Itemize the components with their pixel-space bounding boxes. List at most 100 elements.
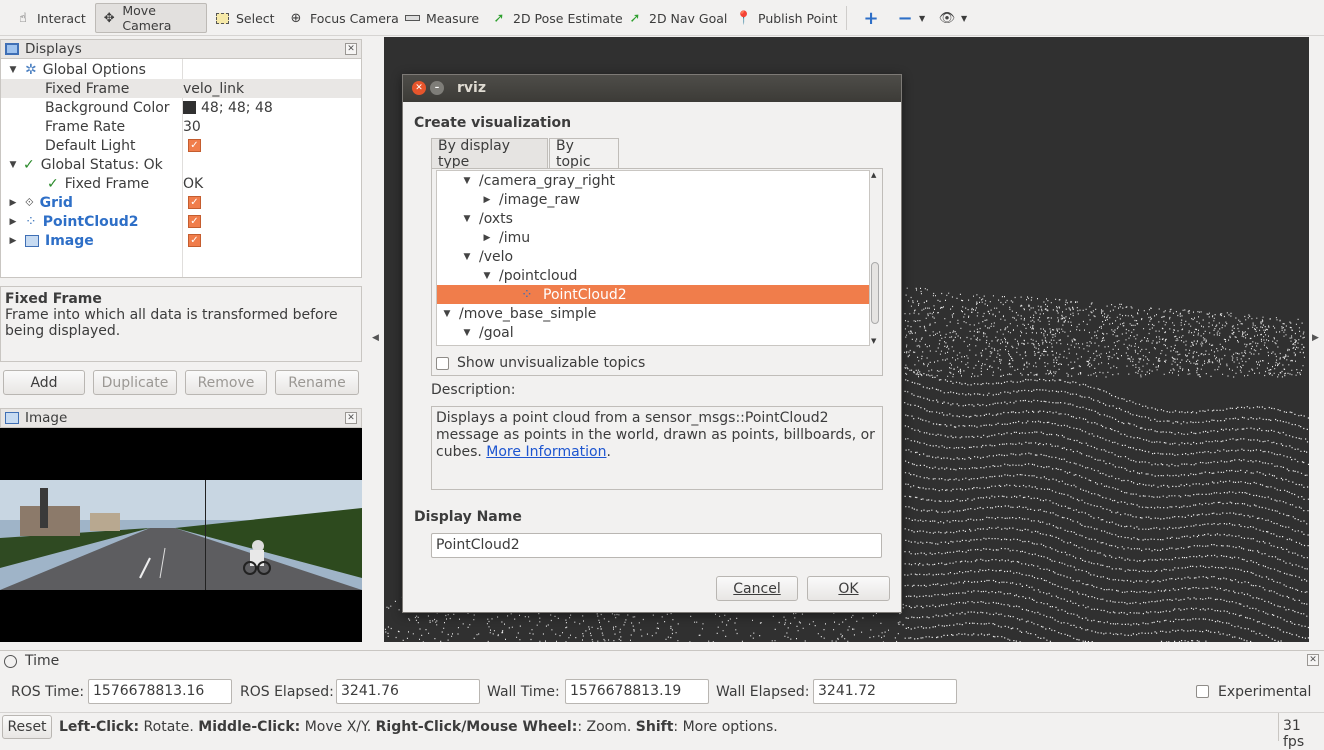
time-panel: Time ✕ ROS Time: 1576678813.16 ROS Elaps… [0,650,1324,712]
topic-item-selected[interactable]: ⁘ PointCloud2 [437,285,869,304]
close-icon[interactable]: ✕ [412,81,426,95]
expand-arrow-icon[interactable]: ▼ [481,271,493,281]
display-name-input[interactable]: PointCloud2 [431,533,882,558]
ros-time-field[interactable]: 1576678813.16 [88,679,232,704]
chevron-down-icon: ▼ [961,13,968,23]
experimental-checkbox[interactable] [1196,685,1209,698]
topic-scrollbar[interactable]: ▲ ▼ [870,170,880,346]
scroll-up-icon[interactable]: ▲ [871,171,876,179]
expand-arrow-icon[interactable]: ▶ [7,236,19,246]
expand-arrow-icon[interactable]: ▼ [7,65,19,75]
background-color-value[interactable]: 48; 48; 48 [201,100,273,116]
left-collapse-strip[interactable]: ◀ [368,37,384,642]
description-label: Description: [431,382,516,398]
tree-label: Frame Rate [45,118,126,135]
topic-label: /camera_gray_right [479,172,615,189]
interact-tool[interactable]: ☝ Interact [8,3,93,33]
move-camera-tool[interactable]: ✥ Move Camera [95,3,207,33]
tree-row-global-status[interactable]: ▼ ✓ Global Status: Ok [1,155,361,174]
scroll-thumb[interactable] [871,262,879,324]
scroll-down-icon[interactable]: ▼ [871,337,876,345]
rename-button[interactable]: Rename [275,370,359,395]
view-options-button[interactable]: 👁 ▼ [932,3,974,33]
image-checkbox[interactable]: ✓ [188,234,201,247]
interact-label: Interact [37,10,86,26]
topic-item[interactable]: ▼ /oxts [437,209,869,228]
tab-by-topic[interactable]: By topic [549,138,619,170]
focus-camera-tool[interactable]: ⊕ Focus Camera [281,3,406,33]
ros-elapsed-field[interactable]: 3241.76 [336,679,480,704]
minimize-icon[interactable]: – [430,81,444,95]
image-panel-header: Image ✕ [0,408,362,428]
grid-checkbox[interactable]: ✓ [188,196,201,209]
topic-item[interactable]: ▼ /pointcloud [437,266,869,285]
displays-tree: ▼ ✲ Global Options Fixed Frame velo_link B… [0,58,362,278]
select-tool[interactable]: Select [207,3,282,33]
color-swatch [183,101,196,114]
tree-row-global-options[interactable]: ▼ ✲ Global Options [1,60,361,79]
expand-arrow-icon[interactable]: ▶ [7,198,19,208]
remove-tool-button[interactable]: − ▼ [890,3,932,33]
topic-item[interactable]: ▼ /move_base_simple [437,304,869,323]
pointcloud2-checkbox[interactable]: ✓ [188,215,201,228]
publish-point-label: Publish Point [758,10,838,26]
tree-row-image[interactable]: ▶ Image ✓ [1,231,361,250]
expand-arrow-icon[interactable]: ▼ [461,252,473,262]
expand-arrow-icon[interactable]: ▶ [7,217,19,227]
expand-arrow-icon[interactable]: ▼ [461,176,473,186]
add-button[interactable]: Add [3,370,85,395]
tree-row-background-color[interactable]: Background Color 48; 48; 48 [1,98,361,117]
expand-arrow-icon[interactable]: ▼ [461,214,473,224]
ruler-icon [404,10,420,26]
property-description: Fixed Frame Frame into which all data is… [0,286,362,362]
focus-icon: ⊕ [290,10,302,26]
topic-item[interactable]: ▼ /goal [437,323,869,342]
topic-item[interactable]: ▶ /imu [437,228,869,247]
pose-estimate-tool[interactable]: ➚ 2D Pose Estimate [484,3,630,33]
close-icon[interactable]: ✕ [345,412,357,424]
cancel-button[interactable]: Cancel [716,576,798,601]
move-camera-label: Move Camera [122,3,172,33]
wall-elapsed-field[interactable]: 3241.72 [813,679,957,704]
tree-row-frame-rate[interactable]: Frame Rate 30 [1,117,361,136]
topic-item[interactable]: ▼ /velo [437,247,869,266]
dialog-titlebar: ✕ – rviz [403,75,901,102]
close-icon[interactable]: ✕ [345,43,357,55]
measure-tool[interactable]: Measure [397,3,486,33]
main-toolbar: ☝ Interact ✥ Move Camera Select ⊕ Focus Cam… [0,0,1324,36]
expand-arrow-icon[interactable]: ▼ [7,160,19,170]
add-tool-button[interactable]: + [856,3,886,33]
duplicate-button[interactable]: Duplicate [93,370,177,395]
chevron-right-icon[interactable]: ▶ [1312,333,1319,343]
displays-panel-header: Displays ✕ [0,39,362,59]
fixed-frame-value[interactable]: velo_link [183,81,244,97]
remove-button[interactable]: Remove [185,370,267,395]
wall-time-field[interactable]: 1576678813.19 [565,679,709,704]
nav-goal-tool[interactable]: ➚ 2D Nav Goal [620,3,734,33]
chevron-left-icon[interactable]: ◀ [372,333,379,343]
publish-point-tool[interactable]: 📍 Publish Point [729,3,845,33]
tree-row-pointcloud2[interactable]: ▶ ⁘ PointCloud2 ✓ [1,212,361,231]
close-icon[interactable]: ✕ [1307,654,1319,666]
tree-row-default-light[interactable]: Default Light ✓ [1,136,361,155]
more-information-link[interactable]: More Information [486,444,606,460]
topic-tree[interactable]: ▼ /camera_gray_right ▶ /image_raw ▼ /oxts ▶… [436,170,870,346]
expand-arrow-icon[interactable]: ▼ [461,328,473,338]
expand-arrow-icon[interactable]: ▼ [441,309,453,319]
ok-button[interactable]: OK [807,576,890,601]
tab-by-display-type[interactable]: By display type [431,138,548,170]
tree-row-fixed-frame[interactable]: Fixed Frame velo_link [1,79,361,98]
time-title: Time [25,653,60,669]
right-collapse-strip[interactable]: ▶ [1309,37,1324,642]
tree-row-status-fixed-frame[interactable]: ✓ Fixed Frame OK [1,174,361,193]
frame-rate-value[interactable]: 30 [183,119,201,135]
topic-item[interactable]: ▶ /image_raw [437,190,869,209]
show-unvisualizable-row[interactable]: Show unvisualizable topics [436,355,645,371]
show-unvisualizable-checkbox[interactable] [436,356,449,370]
topic-item[interactable]: ▼ /camera_gray_right [437,171,869,190]
expand-arrow-icon[interactable]: ▶ [481,195,493,205]
default-light-checkbox[interactable]: ✓ [188,139,201,152]
expand-arrow-icon[interactable]: ▶ [481,233,493,243]
reset-button[interactable]: Reset [2,715,52,739]
tree-row-grid[interactable]: ▶ ⟐ Grid ✓ [1,193,361,212]
